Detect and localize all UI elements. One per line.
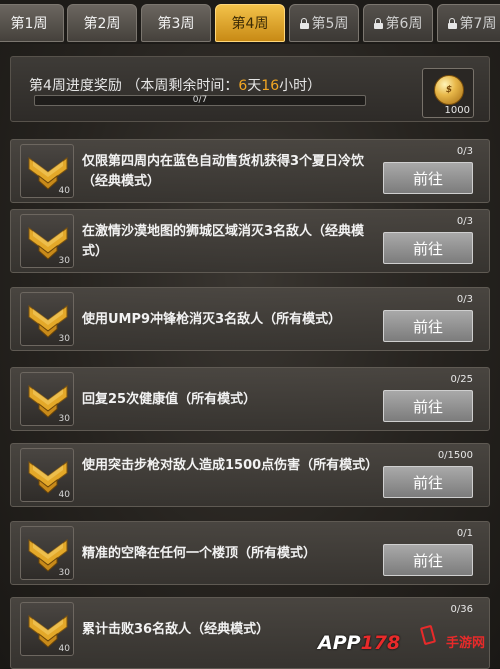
task-row: 30 使用UMP9冲锋枪消灭3名敌人（所有模式） 0/3 前往: [10, 287, 490, 351]
task-description: 仅限第四周内在蓝色自动售货机获得3个夏日冷饮（经典模式）: [82, 154, 365, 189]
task-progress-count: 0/3: [456, 216, 473, 227]
go-button[interactable]: 前往: [383, 162, 473, 194]
task-row: 30 在激情沙漠地图的狮城区域消灭3名敌人（经典模式） 0/3 前往: [10, 209, 490, 273]
reward-badge: 30: [20, 526, 74, 580]
day-unit: 天: [247, 78, 262, 94]
go-button[interactable]: 前往: [383, 310, 473, 342]
go-button[interactable]: 前往: [383, 544, 473, 576]
tab-week-5-label: 第5周: [311, 16, 349, 32]
tab-week-6[interactable]: 第6周: [363, 4, 433, 42]
progress-text: 0/7: [192, 95, 208, 105]
go-button[interactable]: 前往: [383, 390, 473, 422]
tab-week-3-label: 第3周: [157, 16, 195, 32]
task-description: 精准的空降在任何一个楼顶（所有模式）: [82, 546, 317, 561]
watermark-brand: APP178: [318, 632, 401, 654]
tab-week-6-label: 第6周: [385, 16, 423, 32]
watermark-logo: APP178 手游网: [318, 624, 500, 669]
task-progress-count: 0/1: [456, 528, 473, 539]
lock-icon: [299, 17, 309, 29]
remaining-hours: 16: [261, 78, 280, 94]
hour-unit: 小时）: [279, 78, 322, 94]
reward-badge: 40: [20, 602, 74, 656]
task-row: 30 回复25次健康值（所有模式） 0/25 前往: [10, 367, 490, 431]
reward-item[interactable]: $ 1000: [422, 68, 474, 118]
badge-value: 30: [58, 414, 70, 424]
go-button[interactable]: 前往: [383, 232, 473, 264]
badge-value: 30: [58, 334, 70, 344]
tab-week-7[interactable]: 第7周: [437, 4, 500, 42]
task-progress-count: 0/36: [450, 604, 473, 615]
task-row: 40 仅限第四周内在蓝色自动售货机获得3个夏日冷饮（经典模式） 0/3 前往: [10, 139, 490, 203]
reward-badge: 40: [20, 448, 74, 502]
weekly-progress-title: 第4周进度奖励 （本周剩余时间：6天16小时）: [29, 75, 321, 95]
task-progress-count: 0/3: [456, 146, 473, 157]
badge-value: 30: [58, 568, 70, 578]
task-description: 使用UMP9冲锋枪消灭3名敌人（所有模式）: [82, 312, 342, 327]
phone-icon: [419, 624, 437, 646]
weekly-progress-bar: 0/7: [34, 95, 366, 106]
task-row: 30 精准的空降在任何一个楼顶（所有模式） 0/1 前往: [10, 521, 490, 585]
weekly-progress-panel: 第4周进度奖励 （本周剩余时间：6天16小时）: [10, 56, 490, 122]
go-button[interactable]: 前往: [383, 466, 473, 498]
task-row: 40 使用突击步枪对敌人造成1500点伤害（所有模式） 0/1500 前往: [10, 443, 490, 507]
badge-value: 30: [58, 256, 70, 266]
reward-badge: 30: [20, 292, 74, 346]
reward-badge: 30: [20, 372, 74, 426]
task-progress-count: 0/3: [456, 294, 473, 305]
remaining-days: 6: [238, 78, 248, 94]
tab-week-2[interactable]: 第2周: [67, 4, 137, 42]
week-tab-bar: 第1周 第2周 第3周 第4周 第5周 第6周 第7周: [0, 0, 500, 44]
task-description: 使用突击步枪对敌人造成1500点伤害（所有模式）: [82, 458, 379, 473]
task-description: 在激情沙漠地图的狮城区域消灭3名敌人（经典模式）: [82, 224, 365, 259]
lock-icon: [373, 17, 383, 29]
watermark-site: 手游网: [446, 636, 486, 651]
title-prefix: 第4周进度奖励 （本周剩余时间：: [29, 78, 239, 94]
tab-week-4-label: 第4周: [231, 16, 269, 32]
task-progress-count: 0/1500: [437, 450, 473, 461]
tab-week-3[interactable]: 第3周: [141, 4, 211, 42]
tab-week-2-label: 第2周: [83, 16, 121, 32]
badge-value: 40: [58, 644, 70, 654]
reward-badge: 30: [20, 214, 74, 268]
tab-week-7-label: 第7周: [459, 16, 497, 32]
badge-value: 40: [58, 186, 70, 196]
badge-value: 40: [58, 490, 70, 500]
tab-week-1[interactable]: 第1周: [0, 4, 64, 42]
reward-badge: 40: [20, 144, 74, 198]
lock-icon: [447, 17, 457, 29]
task-description: 回复25次健康值（所有模式）: [82, 392, 257, 407]
tab-week-1-label: 第1周: [10, 16, 48, 32]
task-progress-count: 0/25: [450, 374, 473, 385]
reward-amount: 1000: [444, 105, 470, 116]
tab-week-4[interactable]: 第4周: [215, 4, 285, 42]
gold-coin-icon: $: [434, 75, 464, 105]
tab-week-5[interactable]: 第5周: [289, 4, 359, 42]
